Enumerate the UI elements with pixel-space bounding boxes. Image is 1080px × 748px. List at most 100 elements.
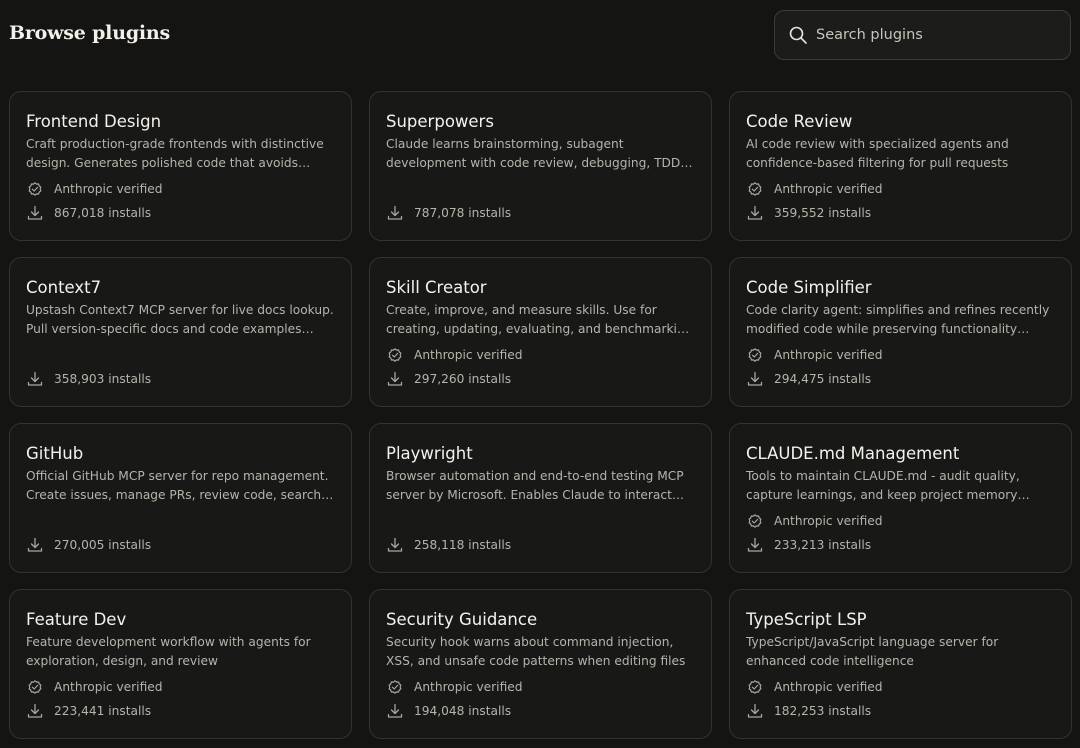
install-count: 223,441 installs <box>26 702 151 720</box>
verified-label: Anthropic verified <box>54 182 163 196</box>
verified-label: Anthropic verified <box>414 348 523 362</box>
plugin-grid: Frontend Design Craft production-grade f… <box>9 91 1072 739</box>
verified-label: Anthropic verified <box>774 182 883 196</box>
plugin-description: Claude learns brainstorming, subagent de… <box>386 137 685 170</box>
plugin-card[interactable]: CLAUDE.md Management Tools to maintain C… <box>729 423 1072 573</box>
plugin-name: Frontend Design <box>26 112 162 131</box>
plugin-card[interactable]: Frontend Design Craft production-grade f… <box>9 91 352 241</box>
verified-badge-icon <box>386 346 404 364</box>
plugin-description: Craft production-grade frontends with di… <box>26 137 324 170</box>
plugin-name: Skill Creator <box>386 278 487 297</box>
verified-badge: Anthropic verified <box>746 678 882 696</box>
plugin-description: Upstash Context7 MCP server for live doc… <box>26 303 334 336</box>
download-icon <box>746 370 764 388</box>
install-count-label: 358,903 installs <box>54 372 152 386</box>
plugin-description: TypeScript/JavaScript language server fo… <box>746 635 999 668</box>
install-count-label: 867,018 installs <box>54 206 152 220</box>
plugin-card[interactable]: Context7 Upstash Context7 MCP server for… <box>9 257 352 407</box>
install-count-label: 270,005 installs <box>54 538 152 552</box>
plugin-card[interactable]: Feature Dev Feature development workflow… <box>9 589 352 739</box>
download-icon <box>26 702 44 720</box>
search-box[interactable] <box>774 10 1071 60</box>
verified-badge: Anthropic verified <box>746 180 882 198</box>
verified-label: Anthropic verified <box>774 680 883 694</box>
install-count: 294,475 installs <box>746 370 871 388</box>
search-input[interactable] <box>816 27 1056 43</box>
plugin-name: TypeScript LSP <box>746 610 867 629</box>
download-icon <box>26 204 44 222</box>
plugin-card[interactable]: Security Guidance Security hook warns ab… <box>369 589 712 739</box>
install-count-label: 787,078 installs <box>414 206 512 220</box>
download-icon <box>746 204 764 222</box>
install-count: 359,552 installs <box>746 204 871 222</box>
install-count-label: 359,552 installs <box>774 206 872 220</box>
verified-badge: Anthropic verified <box>26 678 162 696</box>
plugin-name: Feature Dev <box>26 610 127 629</box>
plugin-description: Tools to maintain CLAUDE.md - audit qual… <box>746 469 1020 502</box>
plugin-name: Context7 <box>26 278 102 297</box>
plugin-description: Security hook warns about command inject… <box>386 635 686 668</box>
install-count: 182,253 installs <box>746 702 871 720</box>
download-icon <box>26 370 44 388</box>
install-count-label: 194,048 installs <box>414 704 512 718</box>
install-count: 194,048 installs <box>386 702 511 720</box>
verified-label: Anthropic verified <box>414 680 523 694</box>
verified-badge: Anthropic verified <box>746 512 882 530</box>
verified-badge-icon <box>746 512 764 530</box>
verified-badge: Anthropic verified <box>386 678 522 696</box>
verified-badge-icon <box>386 678 404 696</box>
plugin-card[interactable]: GitHub Official GitHub MCP server for re… <box>9 423 352 573</box>
verified-badge-icon <box>746 678 764 696</box>
verified-badge-icon <box>746 180 764 198</box>
install-count-label: 233,213 installs <box>774 538 872 552</box>
install-count-label: 294,475 installs <box>774 372 872 386</box>
plugin-name: Code Review <box>746 112 853 131</box>
install-count-label: 182,253 installs <box>774 704 872 718</box>
plugin-description: Browser automation and end-to-end testin… <box>386 469 684 502</box>
plugin-card[interactable]: Superpowers Claude learns brainstorming,… <box>369 91 712 241</box>
download-icon <box>746 702 764 720</box>
install-count: 297,260 installs <box>386 370 511 388</box>
verified-badge: Anthropic verified <box>26 180 162 198</box>
plugin-name: Playwright <box>386 444 473 463</box>
plugin-name: CLAUDE.md Management <box>746 444 960 463</box>
plugin-card[interactable]: Code Simplifier Code clarity agent: simp… <box>729 257 1072 407</box>
install-count: 233,213 installs <box>746 536 871 554</box>
plugin-card[interactable]: Code Review AI code review with speciali… <box>729 91 1072 241</box>
download-icon <box>26 536 44 554</box>
browse-plugins-page: Browse plugins Frontend Design Craft pro… <box>0 0 1080 748</box>
plugin-name: GitHub <box>26 444 84 463</box>
verified-badge-icon <box>746 346 764 364</box>
verified-label: Anthropic verified <box>774 514 883 528</box>
download-icon <box>386 536 404 554</box>
download-icon <box>386 702 404 720</box>
verified-badge-icon <box>26 678 44 696</box>
verified-badge: Anthropic verified <box>746 346 882 364</box>
plugin-description: Official GitHub MCP server for repo mana… <box>26 469 329 502</box>
verified-label: Anthropic verified <box>54 680 163 694</box>
search-icon <box>788 25 808 45</box>
plugin-name: Superpowers <box>386 112 494 131</box>
install-count: 787,078 installs <box>386 204 511 222</box>
plugin-name: Security Guidance <box>386 610 538 629</box>
install-count: 270,005 installs <box>26 536 151 554</box>
download-icon <box>386 204 404 222</box>
verified-badge: Anthropic verified <box>386 346 522 364</box>
plugin-card[interactable]: Skill Creator Create, improve, and measu… <box>369 257 712 407</box>
plugin-description: AI code review with specialized agents a… <box>746 137 1009 170</box>
download-icon <box>386 370 404 388</box>
install-count: 358,903 installs <box>26 370 151 388</box>
plugin-name: Code Simplifier <box>746 278 872 297</box>
plugin-description: Feature development workflow with agents… <box>26 635 311 668</box>
install-count-label: 223,441 installs <box>54 704 152 718</box>
page-title: Browse plugins <box>9 22 171 44</box>
install-count-label: 258,118 installs <box>414 538 512 552</box>
install-count: 258,118 installs <box>386 536 511 554</box>
install-count: 867,018 installs <box>26 204 151 222</box>
verified-label: Anthropic verified <box>774 348 883 362</box>
download-icon <box>746 536 764 554</box>
plugin-card[interactable]: TypeScript LSP TypeScript/JavaScript lan… <box>729 589 1072 739</box>
plugin-card[interactable]: Playwright Browser automation and end-to… <box>369 423 712 573</box>
plugin-description: Create, improve, and measure skills. Use… <box>386 303 693 336</box>
verified-badge-icon <box>26 180 44 198</box>
